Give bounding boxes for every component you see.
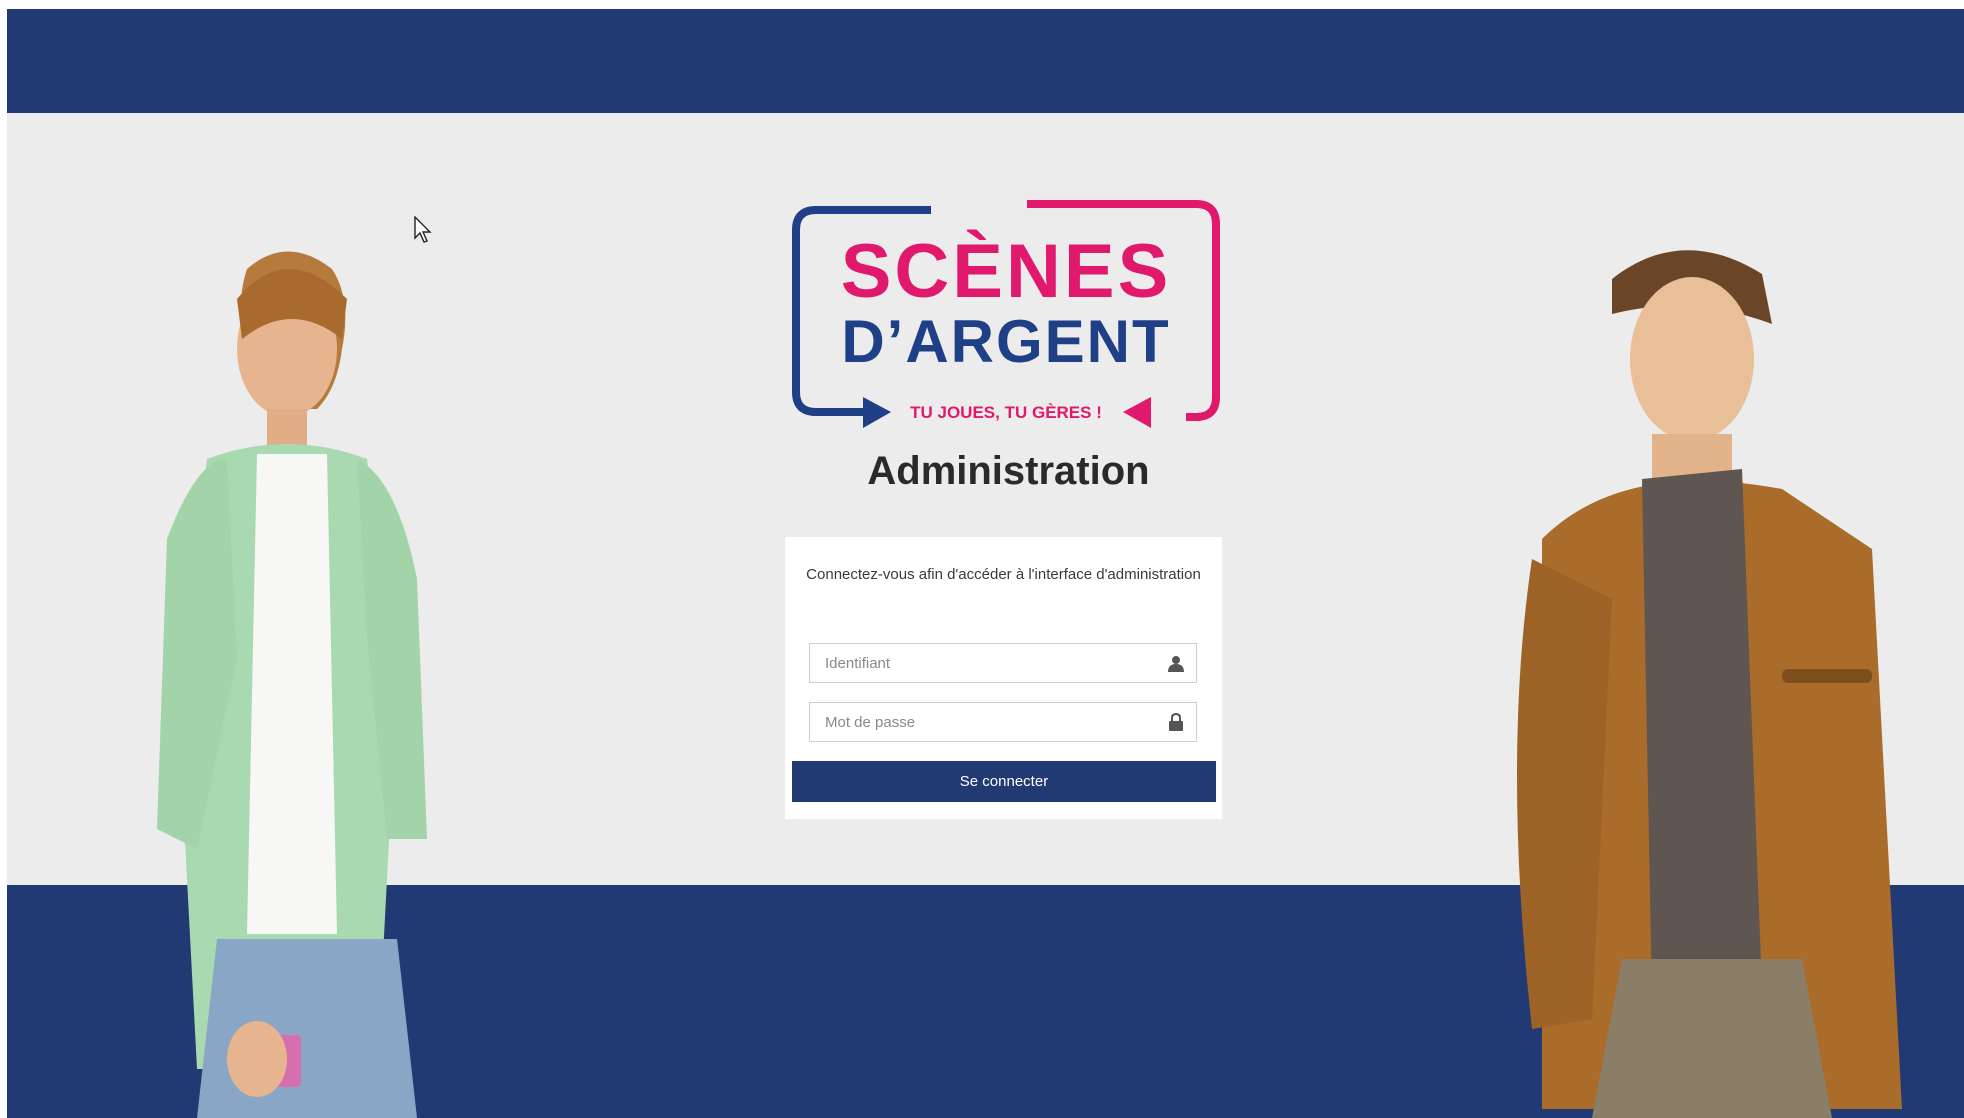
character-illustration-man xyxy=(1517,250,1902,1118)
lock-icon xyxy=(1156,703,1196,741)
logo-line2: D’ARGENT xyxy=(841,308,1170,375)
login-page: SCÈNES D’ARGENT TU JOUES, TU GÈRES ! Adm… xyxy=(7,9,1964,1118)
character-illustration-woman xyxy=(157,251,427,1118)
mouse-cursor-icon xyxy=(414,216,432,243)
password-input[interactable] xyxy=(810,703,1156,741)
scenes-dargent-logo: SCÈNES D’ARGENT TU JOUES, TU GÈRES ! xyxy=(792,200,1220,428)
username-input[interactable] xyxy=(810,644,1156,682)
login-intro-text: Connectez-vous afin d'accéder à l'interf… xyxy=(806,566,1201,583)
login-button[interactable]: Se connecter xyxy=(792,761,1216,802)
logo-line1: SCÈNES xyxy=(841,229,1172,314)
login-form: Connectez-vous afin d'accéder à l'interf… xyxy=(785,537,1222,819)
password-field[interactable] xyxy=(809,702,1197,742)
header-band xyxy=(7,9,1964,113)
page-title: Administration xyxy=(867,449,1150,493)
username-field[interactable] xyxy=(809,643,1197,683)
logo-tagline: TU JOUES, TU GÈRES ! xyxy=(910,403,1102,422)
user-icon xyxy=(1156,644,1196,682)
